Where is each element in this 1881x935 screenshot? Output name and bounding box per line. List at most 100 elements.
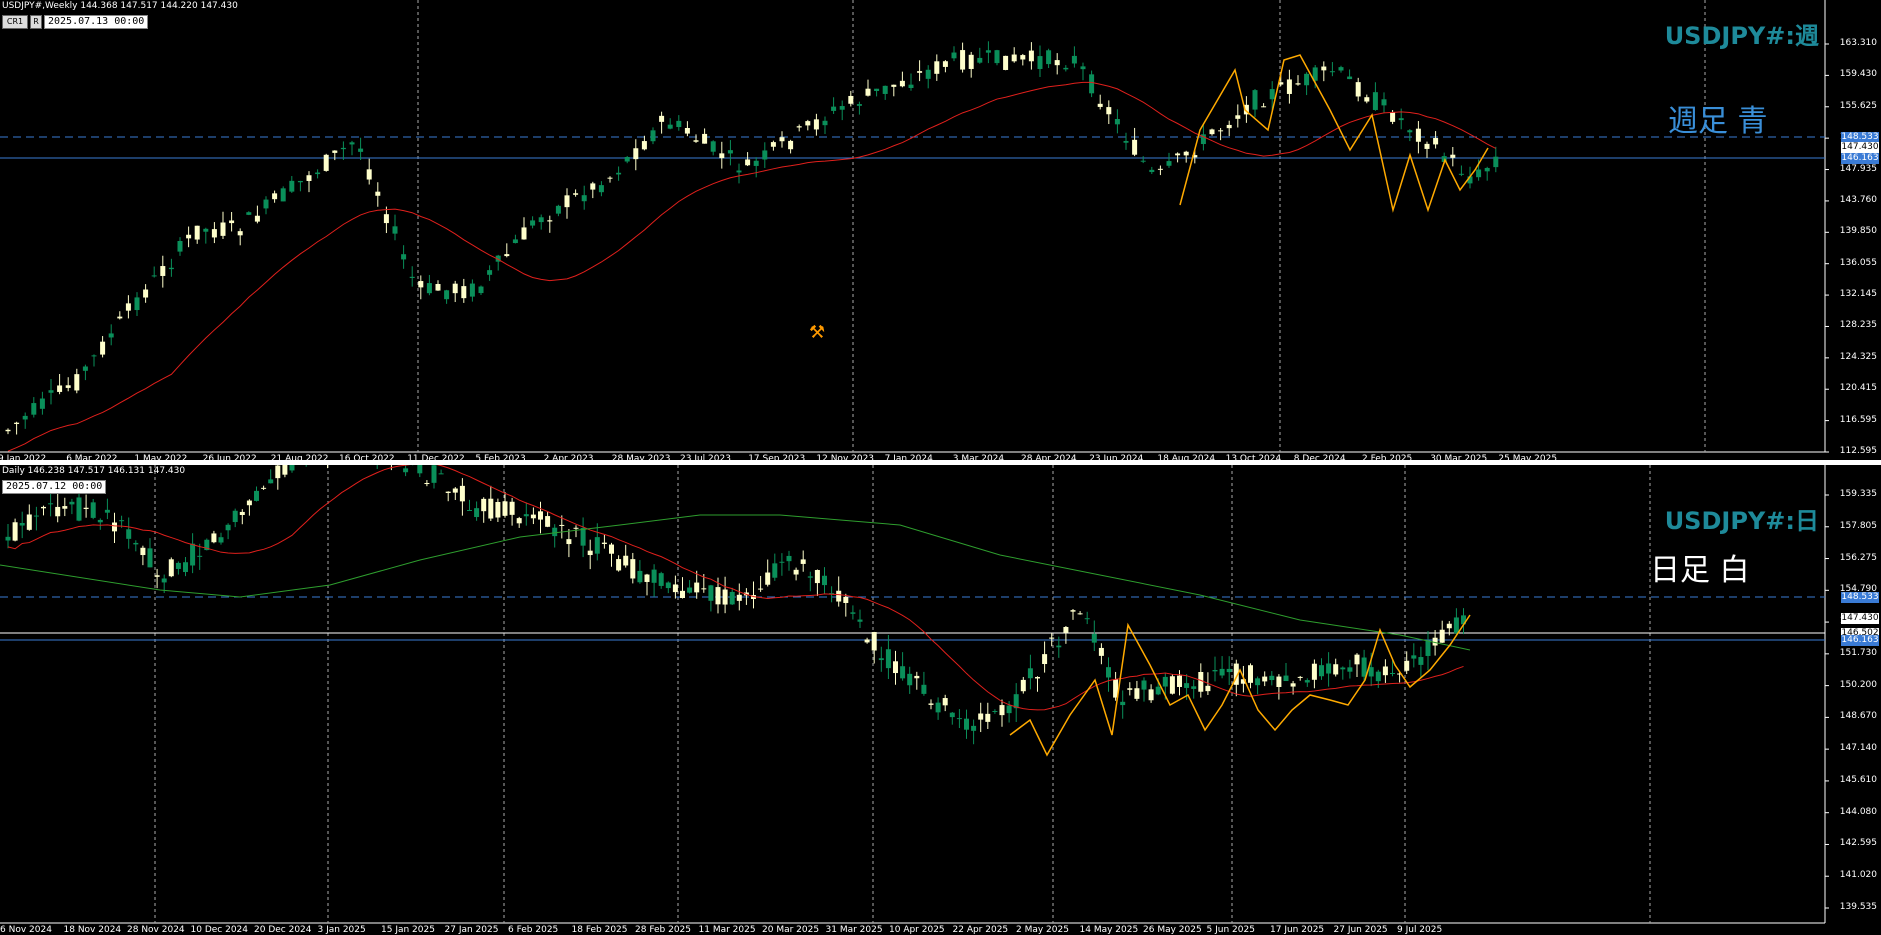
- weekly-candle: [263, 199, 269, 209]
- weekly-candle: [1123, 140, 1129, 143]
- daily-candle: [1326, 663, 1332, 674]
- daily-candle: [573, 527, 579, 529]
- daily-candle: [417, 465, 423, 474]
- daily-candle: [1382, 666, 1388, 676]
- weekly-candle: [1295, 83, 1301, 85]
- y-axis-label: 159.335: [1839, 489, 1877, 499]
- daily-candle: [69, 501, 75, 505]
- weekly-candle: [667, 124, 673, 129]
- weekly-candle: [925, 69, 931, 79]
- daily-candle: [175, 562, 181, 569]
- daily-candle: [1432, 637, 1438, 646]
- daily-candle: [1354, 654, 1360, 665]
- daily-candle: [403, 468, 409, 473]
- weekly-candle: [435, 284, 441, 291]
- y-axis-label: 156.275: [1839, 552, 1877, 563]
- weekly-candle: [1235, 115, 1241, 119]
- weekly-candle: [74, 374, 80, 391]
- weekly-candle: [297, 180, 303, 183]
- daily-candle: [637, 570, 643, 583]
- daily-candle: [999, 705, 1005, 716]
- cr-button[interactable]: CR1: [2, 15, 28, 29]
- daily-chart-pane[interactable]: Daily 146.238 147.517 146.131 147.430 20…: [0, 465, 1881, 935]
- weekly-candle: [108, 333, 114, 338]
- weekly-candle: [383, 214, 389, 224]
- weekly-note: 週足 青: [1668, 104, 1768, 139]
- weekly-candle: [1381, 99, 1387, 106]
- daily-candle: [587, 550, 593, 556]
- daily-candle: [1290, 683, 1296, 687]
- daily-candle: [1276, 676, 1282, 687]
- daily-candle: [424, 483, 430, 485]
- daily-candle: [1368, 667, 1374, 677]
- weekly-candle: [366, 169, 372, 180]
- weekly-candle: [770, 142, 776, 147]
- y-axis-label: 132.145: [1839, 289, 1877, 300]
- weekly-candle: [237, 231, 243, 236]
- daily-candle: [850, 612, 856, 614]
- daily-candle: [48, 503, 54, 505]
- daily-candle: [1340, 667, 1346, 670]
- daily-candle: [62, 506, 68, 509]
- x-axis-label: 14 May 2025: [1079, 925, 1139, 935]
- weekly-chart-canvas[interactable]: [0, 0, 1881, 460]
- daily-candle: [254, 490, 259, 501]
- daily-candle: [992, 710, 998, 712]
- daily-chart-canvas[interactable]: [0, 465, 1881, 932]
- daily-candle: [1084, 618, 1090, 620]
- weekly-candle: [358, 148, 364, 152]
- daily-candle: [197, 555, 203, 557]
- weekly-datetime-box: 2025.07.13 00:00: [44, 15, 149, 29]
- weekly-candle: [478, 286, 484, 294]
- r-button[interactable]: R: [30, 15, 42, 29]
- weekly-candle: [1338, 67, 1344, 71]
- daily-candle: [942, 698, 948, 706]
- weekly-chart-pane[interactable]: USDJPY#,Weekly 144.368 147.517 144.220 1…: [0, 0, 1881, 464]
- x-axis-label: 26 May 2025: [1143, 925, 1202, 935]
- hammer-icon[interactable]: ⚒: [809, 322, 825, 343]
- price-label-148-533: 148.533: [1841, 592, 1879, 603]
- daily-candle: [559, 524, 565, 526]
- weekly-candle: [229, 220, 235, 224]
- daily-candle: [119, 520, 125, 522]
- daily-candle: [878, 658, 884, 661]
- weekly-candle: [418, 281, 424, 288]
- weekly-candle: [1003, 55, 1009, 70]
- weekly-candle: [323, 154, 329, 171]
- daily-candle: [1177, 675, 1182, 687]
- daily-candle: [1418, 657, 1424, 665]
- weekly-candle: [48, 390, 54, 393]
- weekly-candle: [1157, 168, 1163, 170]
- daily-candle: [616, 559, 622, 571]
- weekly-candle: [487, 270, 493, 275]
- daily-candle: [545, 516, 551, 527]
- daily-candle: [246, 500, 252, 506]
- daily-candle: [289, 465, 295, 471]
- daily-candle: [1120, 701, 1126, 706]
- weekly-candle: [194, 225, 200, 240]
- daily-candle: [33, 515, 39, 517]
- weekly-candle: [65, 385, 71, 388]
- weekly-candle: [504, 254, 510, 257]
- weekly-candle: [1166, 161, 1172, 166]
- daily-candle: [459, 485, 465, 502]
- weekly-candle: [1028, 50, 1034, 62]
- daily-candle: [1311, 663, 1317, 680]
- weekly-candle: [332, 150, 338, 153]
- weekly-candle: [1046, 50, 1052, 65]
- y-axis-label: 116.595: [1839, 414, 1877, 425]
- daily-candle: [41, 506, 46, 509]
- weekly-candle: [461, 286, 467, 299]
- weekly-candle: [977, 57, 983, 63]
- daily-candle: [1198, 672, 1204, 692]
- weekly-candle: [598, 185, 604, 193]
- weekly-candle: [1347, 76, 1353, 80]
- daily-candle: [722, 589, 728, 605]
- daily-candle: [1063, 626, 1069, 633]
- weekly-candle: [1020, 55, 1026, 60]
- daily-candle: [530, 514, 536, 519]
- weekly-candle: [1433, 138, 1439, 145]
- weekly-candle: [659, 115, 665, 122]
- weekly-candle: [340, 147, 346, 150]
- weekly-candle: [168, 267, 174, 270]
